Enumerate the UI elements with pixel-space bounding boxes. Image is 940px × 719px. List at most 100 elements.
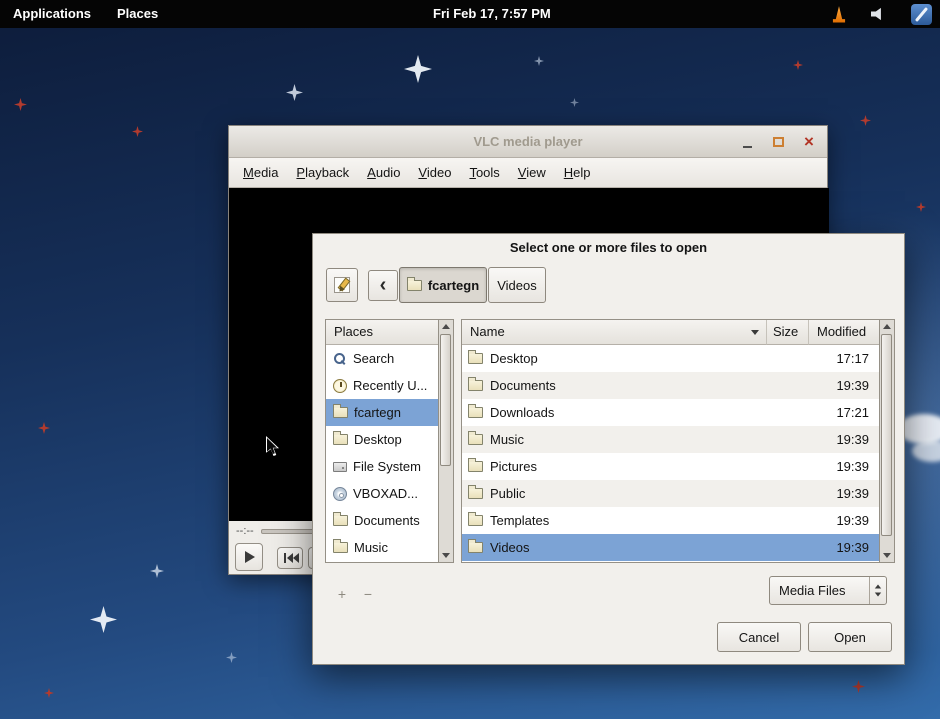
- play-button[interactable]: [235, 543, 263, 571]
- menu-playback[interactable]: Playback: [287, 158, 358, 187]
- scrollbar-thumb[interactable]: [440, 334, 451, 466]
- path-segment-videos[interactable]: Videos: [488, 267, 546, 303]
- file-name: Pictures: [490, 459, 771, 474]
- folder-icon: [468, 488, 483, 499]
- path-segment-home[interactable]: fcartegn: [399, 267, 487, 303]
- cancel-button[interactable]: Cancel: [717, 622, 801, 652]
- folder-icon: [468, 380, 483, 391]
- menu-tools[interactable]: Tools: [460, 158, 508, 187]
- scroll-up-icon[interactable]: [880, 320, 893, 333]
- place-item-recent[interactable]: Recently U...: [326, 372, 438, 399]
- file-name: Public: [490, 486, 771, 501]
- play-icon: [245, 551, 255, 563]
- file-list-scrollbar[interactable]: [880, 319, 895, 563]
- vlc-menubar: Media Playback Audio Video Tools View He…: [229, 158, 827, 188]
- file-row-pictures[interactable]: Pictures 19:39: [462, 453, 879, 480]
- previous-icon: [284, 553, 297, 563]
- file-type-filter[interactable]: Media Files: [769, 576, 887, 605]
- places-header[interactable]: Places: [326, 320, 438, 345]
- open-button[interactable]: Open: [808, 622, 892, 652]
- file-modified: 19:39: [813, 432, 879, 447]
- menu-audio[interactable]: Audio: [358, 158, 409, 187]
- window-controls: [739, 133, 817, 151]
- place-label: Recently U...: [353, 378, 427, 393]
- folder-icon: [333, 407, 348, 418]
- file-row-videos[interactable]: Videos 19:39: [462, 534, 879, 561]
- file-row-templates[interactable]: Templates 19:39: [462, 507, 879, 534]
- scroll-up-icon[interactable]: [439, 320, 452, 333]
- menu-help[interactable]: Help: [555, 158, 600, 187]
- file-row-public[interactable]: Public 19:39: [462, 480, 879, 507]
- pencil-icon: [334, 277, 350, 293]
- folder-icon: [468, 353, 483, 364]
- file-modified: 19:39: [813, 513, 879, 528]
- elapsed-time: --:--: [236, 525, 254, 537]
- combo-spinner-icon[interactable]: [869, 577, 886, 604]
- maximize-button[interactable]: [770, 134, 786, 150]
- place-item-documents[interactable]: Documents: [326, 507, 438, 534]
- file-name: Music: [490, 432, 771, 447]
- vlc-titlebar[interactable]: VLC media player: [229, 126, 827, 158]
- folder-icon: [333, 542, 348, 553]
- file-name: Documents: [490, 378, 771, 393]
- close-button[interactable]: [801, 134, 817, 150]
- star-decoration: [44, 688, 54, 698]
- star-decoration: [852, 680, 865, 693]
- column-header-size[interactable]: Size: [767, 320, 809, 345]
- column-header-name[interactable]: Name: [462, 320, 767, 345]
- file-row-music[interactable]: Music 19:39: [462, 426, 879, 453]
- place-item-desktop[interactable]: Desktop: [326, 426, 438, 453]
- column-header-modified[interactable]: Modified: [809, 320, 879, 345]
- clock[interactable]: Fri Feb 17, 7:57 PM: [433, 0, 551, 28]
- vlc-cone-icon[interactable]: [831, 6, 847, 23]
- remove-place-button[interactable]: −: [357, 584, 379, 604]
- minimize-button[interactable]: [739, 134, 755, 150]
- star-decoration: [150, 564, 164, 578]
- tool-tray-icon[interactable]: [911, 4, 932, 25]
- file-name: Videos: [490, 540, 771, 555]
- place-item-vboxadditions[interactable]: VBOXAD...: [326, 480, 438, 507]
- file-modified: 19:39: [813, 540, 879, 555]
- places-menu[interactable]: Places: [104, 0, 171, 28]
- file-row-downloads[interactable]: Downloads 17:21: [462, 399, 879, 426]
- volume-icon[interactable]: [871, 7, 887, 21]
- file-row-documents[interactable]: Documents 19:39: [462, 372, 879, 399]
- type-filename-button[interactable]: [326, 268, 358, 302]
- place-item-home[interactable]: fcartegn: [326, 399, 438, 426]
- place-label: fcartegn: [354, 405, 401, 420]
- place-label: VBOXAD...: [353, 486, 418, 501]
- menu-view[interactable]: View: [509, 158, 555, 187]
- scroll-down-icon[interactable]: [439, 549, 452, 562]
- sort-arrow-icon[interactable]: [751, 330, 759, 335]
- folder-icon: [468, 515, 483, 526]
- file-name: Templates: [490, 513, 771, 528]
- menu-video[interactable]: Video: [409, 158, 460, 187]
- folder-icon: [333, 434, 348, 445]
- path-segment-label: fcartegn: [428, 278, 479, 293]
- places-scrollbar[interactable]: [439, 319, 454, 563]
- menu-media[interactable]: Media: [234, 158, 287, 187]
- drive-icon: [333, 462, 347, 472]
- place-item-filesystem[interactable]: File System: [326, 453, 438, 480]
- scroll-down-icon[interactable]: [880, 549, 893, 562]
- back-button[interactable]: [368, 270, 398, 301]
- applications-menu[interactable]: Applications: [0, 0, 104, 28]
- place-item-search[interactable]: Search: [326, 345, 438, 372]
- file-open-dialog: Select one or more files to open fcarteg…: [312, 233, 905, 665]
- add-place-button[interactable]: +: [331, 584, 353, 604]
- place-item-music[interactable]: Music: [326, 534, 438, 561]
- dialog-title: Select one or more files to open: [313, 240, 904, 255]
- file-modified: 17:21: [813, 405, 879, 420]
- file-row-desktop[interactable]: Desktop 17:17: [462, 345, 879, 372]
- folder-icon: [468, 407, 483, 418]
- chevron-left-icon: [380, 277, 387, 294]
- star-decoration: [14, 98, 27, 111]
- clock-icon: [333, 379, 347, 393]
- place-label: File System: [353, 459, 421, 474]
- column-label: Modified: [817, 324, 866, 339]
- place-label: Documents: [354, 513, 420, 528]
- file-name: Desktop: [490, 351, 771, 366]
- star-decoration: [916, 202, 926, 212]
- previous-button[interactable]: [277, 547, 303, 569]
- scrollbar-thumb[interactable]: [881, 334, 892, 536]
